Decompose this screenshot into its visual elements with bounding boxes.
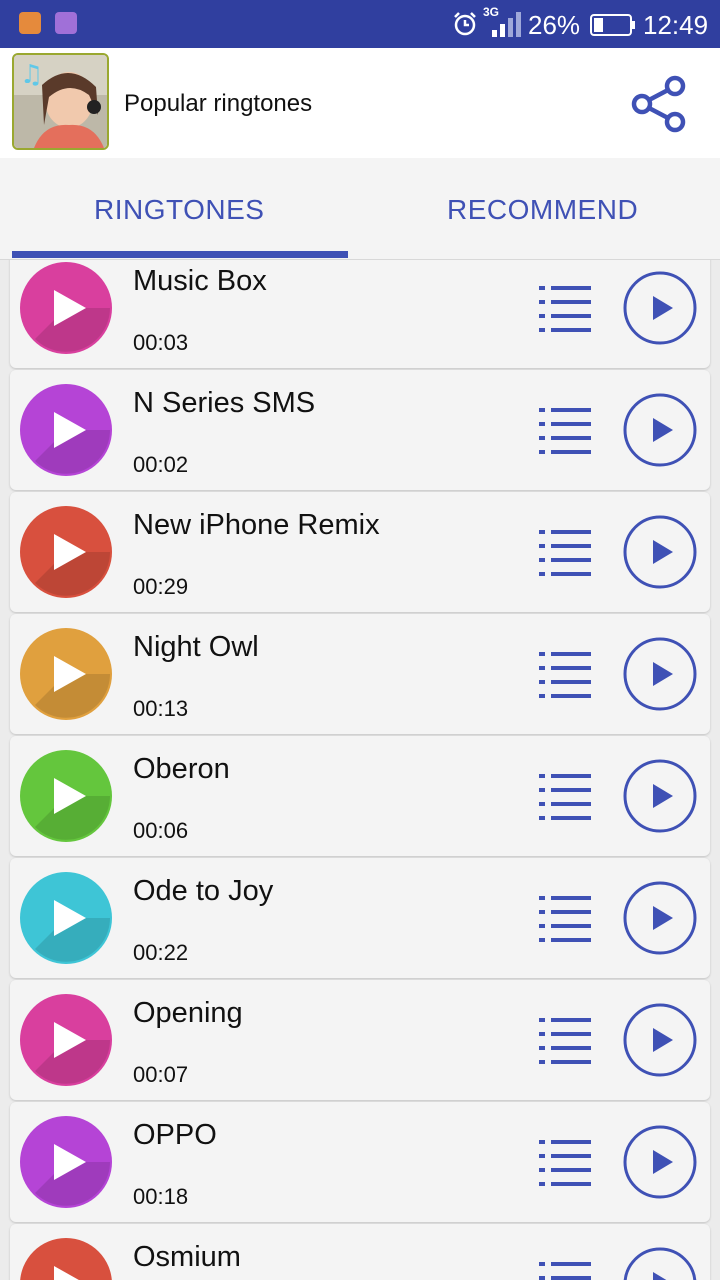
ringtone-duration: 00:18 [133,1184,189,1209]
tab-ringtones[interactable]: RINGTONES [0,158,360,258]
status-bar: 3G 26% 12:49 [0,0,720,48]
active-tab-indicator [12,251,348,258]
ringtone-play-icon[interactable] [20,262,112,354]
ringtone-play-icon[interactable] [20,750,112,842]
ringtone-list[interactable]: Music Box 00:03 N Series SMS 00:02 New iPhon… [0,260,720,1280]
ringtone-duration: 00:22 [133,940,189,965]
ringtone-play-icon[interactable] [20,1238,112,1280]
ringtone-duration: 00:03 [133,330,189,355]
list-menu-icon[interactable] [537,524,593,576]
ringtone-title: Oberon [133,753,230,785]
ringtone-play-icon[interactable] [20,1116,112,1208]
ringtone-title: N Series SMS [133,387,316,419]
ringtone-title: New iPhone Remix [133,509,380,541]
ringtone-row[interactable]: Osmium [10,1224,710,1280]
list-menu-icon[interactable] [537,402,593,454]
play-button[interactable] [622,636,698,712]
ringtone-title: OPPO [133,1119,217,1151]
ringtone-title: Ode to Joy [133,875,274,907]
ringtone-row[interactable]: Oberon 00:06 [10,736,710,856]
list-menu-icon[interactable] [537,280,593,332]
share-icon[interactable] [630,74,690,134]
ringtone-duration: 00:29 [133,574,189,599]
app-title: Popular ringtones [124,90,313,117]
ringtone-play-icon[interactable] [20,506,112,598]
ringtone-row[interactable]: Opening 00:07 [10,980,710,1100]
play-button[interactable] [622,270,698,346]
app-logo: ♫ [12,53,109,150]
list-menu-icon[interactable] [537,1012,593,1064]
play-button[interactable] [622,1124,698,1200]
tab-label: RECOMMEND [447,194,639,225]
play-button[interactable] [622,392,698,468]
alarm-icon [454,12,476,36]
ringtone-duration: 00:07 [133,1062,189,1087]
tab-recommend[interactable]: RECOMMEND [360,158,720,258]
play-button[interactable] [622,1002,698,1078]
play-button[interactable] [622,1246,698,1280]
ringtone-duration: 00:06 [133,818,189,843]
ringtone-play-icon[interactable] [20,872,112,964]
clock: 12:49 [643,10,709,40]
app-notification-icon [19,12,41,34]
ringtone-title: Night Owl [133,631,259,663]
list-menu-icon[interactable] [537,890,593,942]
ringtone-duration: 00:02 [133,452,189,477]
tab-label: RINGTONES [94,194,265,225]
list-menu-icon[interactable] [537,1134,593,1186]
ringtone-title: Opening [133,997,243,1029]
ringtone-row[interactable]: Night Owl 00:13 [10,614,710,734]
ringtone-play-icon[interactable] [20,628,112,720]
ringtone-duration: 00:13 [133,696,189,721]
battery-icon [590,14,635,36]
list-menu-icon[interactable] [537,768,593,820]
app-header: ♫ Popular ringtones [0,48,720,158]
signal-icon [492,12,521,37]
ringtone-row[interactable]: OPPO 00:18 [10,1102,710,1222]
gallery-notification-icon [55,12,77,34]
list-menu-icon[interactable] [537,1256,593,1280]
ringtone-row[interactable]: Music Box 00:03 [10,260,710,368]
play-button[interactable] [622,758,698,834]
svg-text:♫: ♫ [20,60,43,90]
ringtone-row[interactable]: Ode to Joy 00:22 [10,858,710,978]
ringtone-play-icon[interactable] [20,384,112,476]
tab-bar: RINGTONES RECOMMEND [0,158,720,260]
ringtone-play-icon[interactable] [20,994,112,1086]
ringtone-row[interactable]: N Series SMS 00:02 [10,370,710,490]
ringtone-row[interactable]: New iPhone Remix 00:29 [10,492,710,612]
battery-percent: 26% [528,10,581,40]
ringtone-title: Music Box [133,265,267,297]
play-button[interactable] [622,880,698,956]
play-button[interactable] [622,514,698,590]
ringtone-title: Osmium [133,1241,241,1273]
list-menu-icon[interactable] [537,646,593,698]
